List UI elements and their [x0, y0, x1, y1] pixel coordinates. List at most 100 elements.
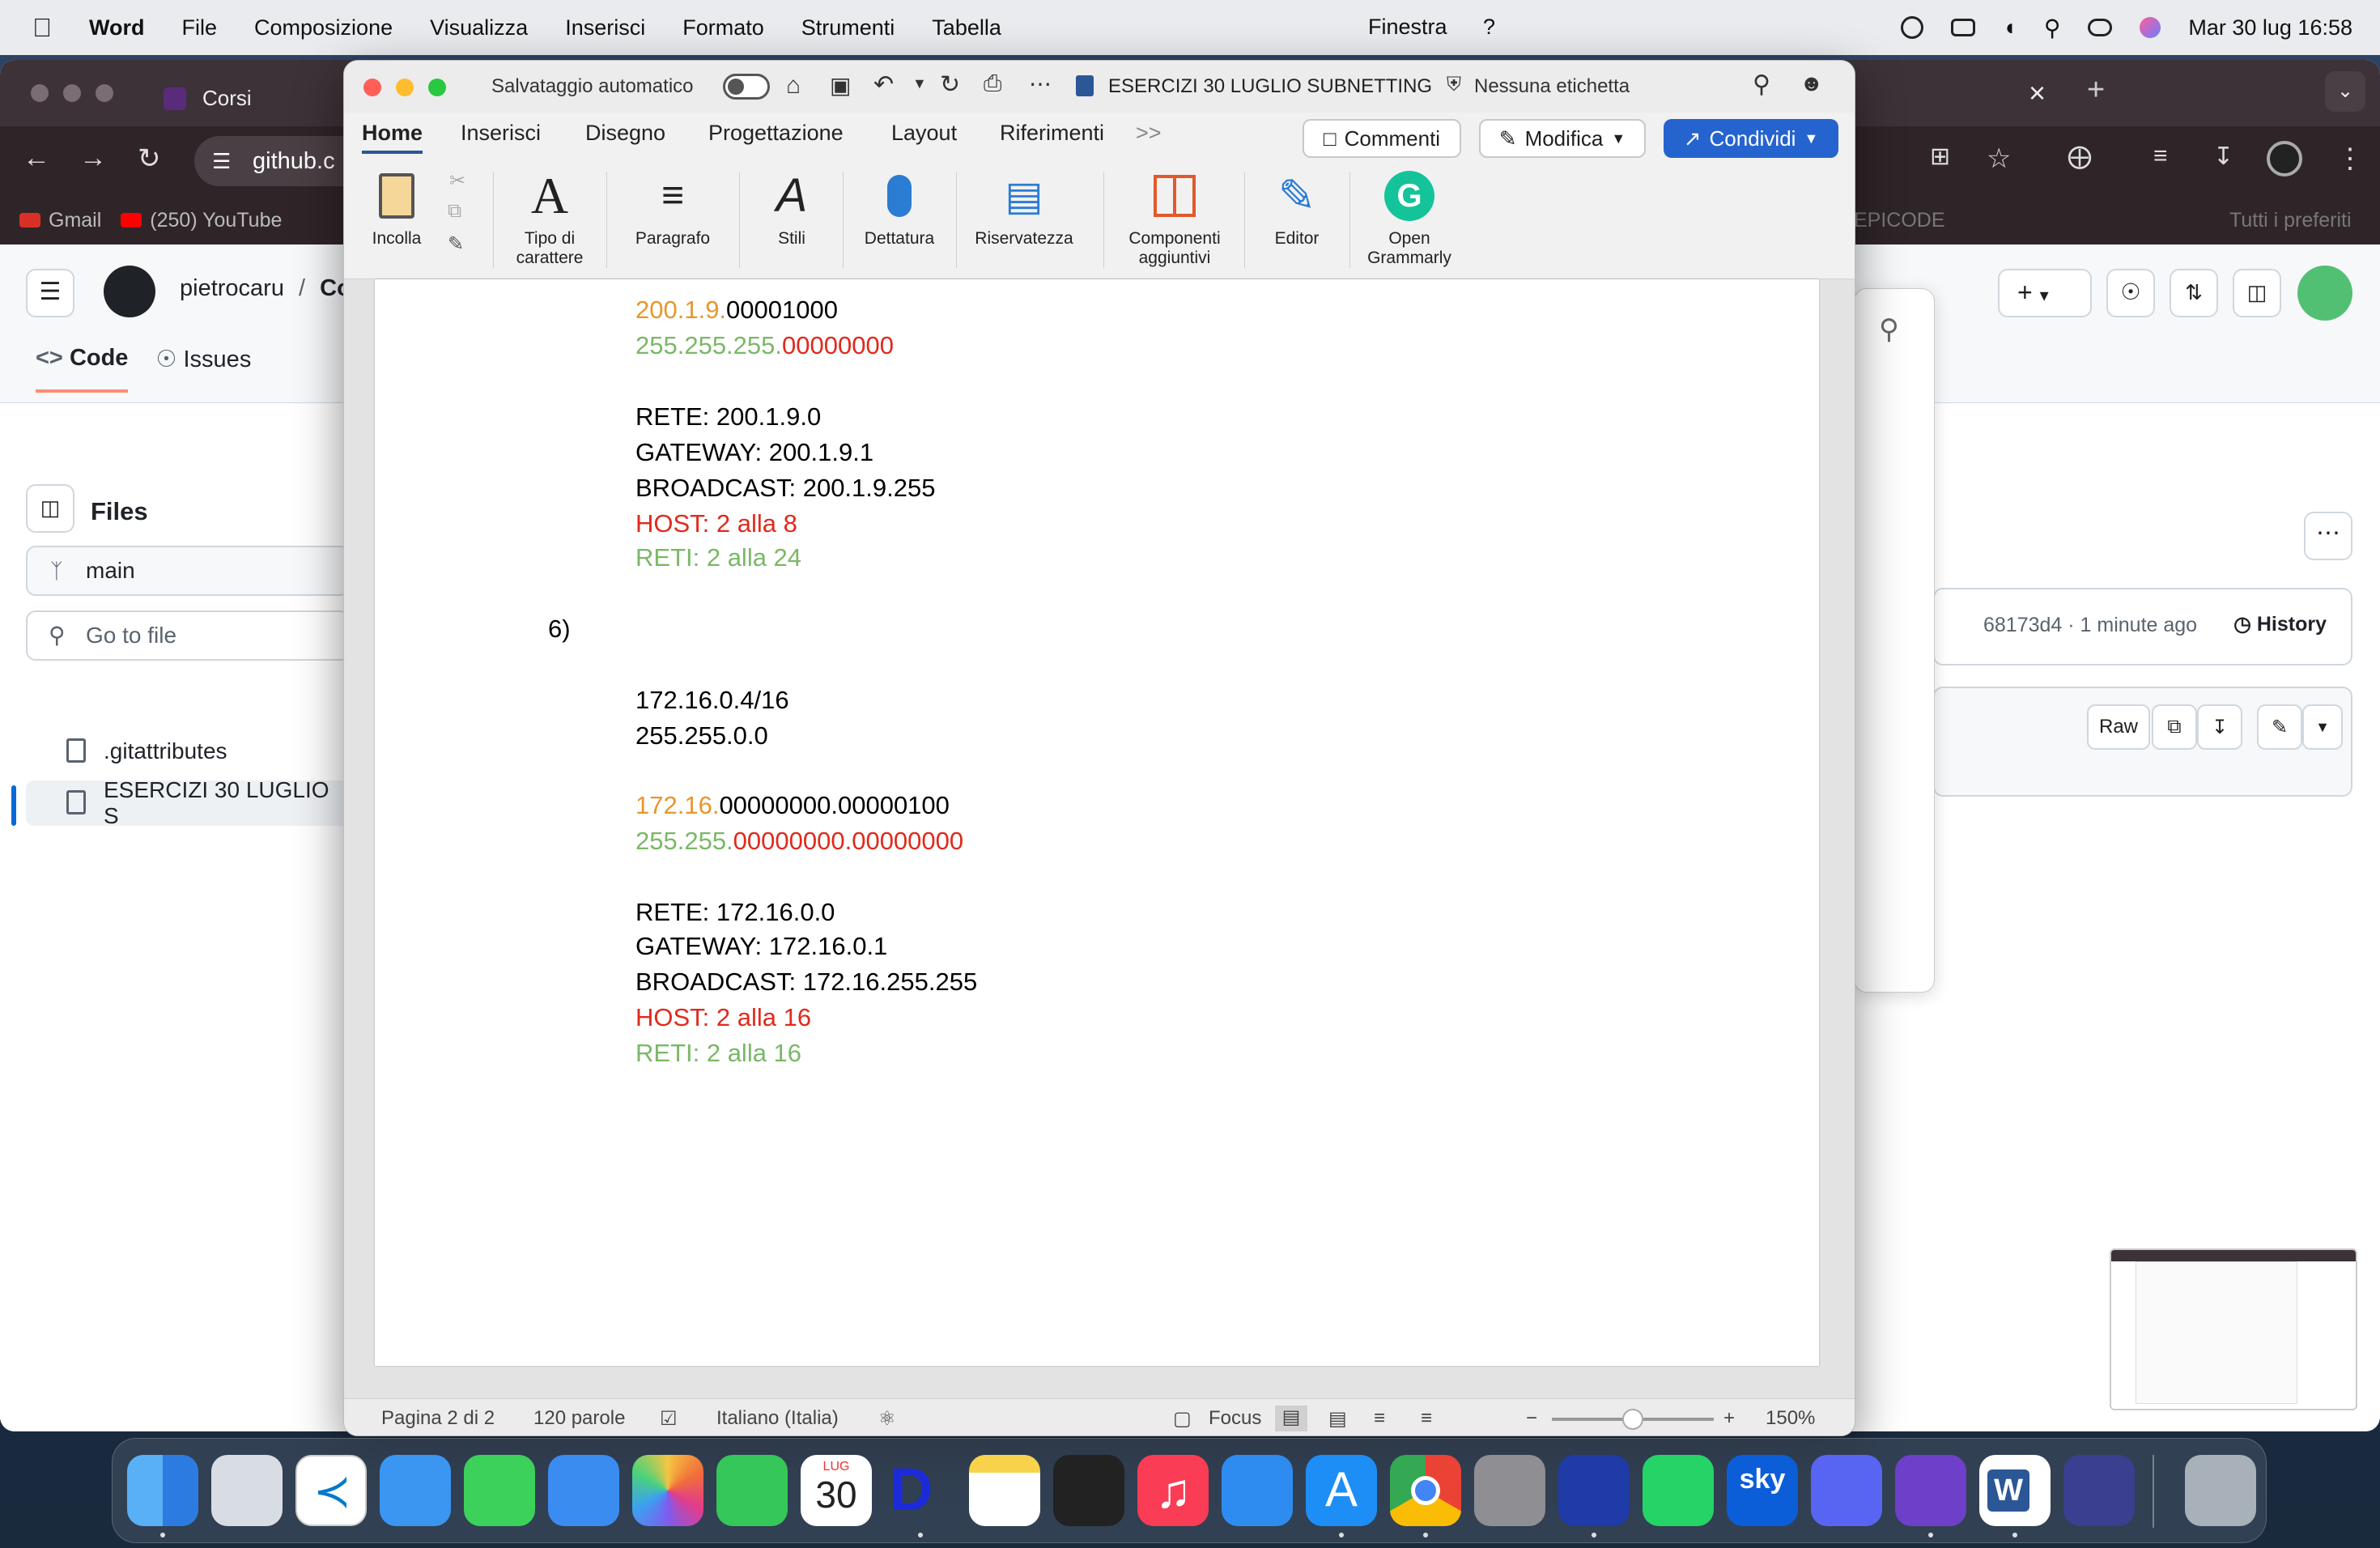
system-settings-icon[interactable]	[1474, 1455, 1545, 1526]
extensions-icon[interactable]: ⨁	[2068, 142, 2092, 171]
menu-visualizza[interactable]: Visualizza	[430, 15, 528, 40]
menu-strumenti[interactable]: Strumenti	[801, 15, 895, 40]
menu-app-name[interactable]: Word	[89, 15, 145, 40]
disney-plus-icon[interactable]: D	[885, 1455, 956, 1526]
dictation-button[interactable]: Dettatura	[851, 161, 948, 279]
tab-inserisci[interactable]: Inserisci	[461, 121, 541, 146]
page-count[interactable]: Pagina 2 di 2	[381, 1407, 495, 1430]
notes-icon[interactable]	[969, 1455, 1040, 1526]
history-button[interactable]: ◷ History	[2233, 612, 2327, 636]
zoom-in-icon[interactable]: +	[1723, 1407, 1735, 1430]
screenshot-thumbnail[interactable]	[2110, 1248, 2357, 1410]
install-icon[interactable]: ⊞	[1930, 142, 1950, 171]
play-icon[interactable]	[1900, 16, 1923, 39]
branch-selector[interactable]: ᛉ main	[26, 546, 350, 596]
outline-icon[interactable]: ≡	[1374, 1407, 1385, 1430]
share-people-icon[interactable]: ☻	[1800, 70, 1823, 96]
pull-requests-icon[interactable]: ⇅	[2170, 269, 2218, 317]
sky-go-icon[interactable]: sky	[1727, 1455, 1798, 1526]
zoom-slider-handle[interactable]	[1622, 1409, 1643, 1430]
paragraph-button[interactable]: ≡ Paragrafo	[614, 161, 731, 279]
autosave-toggle[interactable]	[723, 74, 770, 100]
word-count[interactable]: 120 parole	[533, 1407, 625, 1430]
web-layout-icon[interactable]: ▤	[1328, 1407, 1347, 1431]
redo-icon[interactable]: ↻	[940, 70, 960, 99]
comments-button[interactable]: □ Commenti	[1303, 119, 1461, 158]
tab-riferimenti[interactable]: Riferimenti	[1000, 121, 1104, 146]
menu-composizione[interactable]: Composizione	[254, 15, 393, 40]
search-icon[interactable]: ⚲	[1879, 313, 1899, 346]
proofing-icon[interactable]: ☑	[660, 1407, 678, 1431]
language[interactable]: Italiano (Italia)	[716, 1407, 839, 1430]
github-desktop-icon[interactable]	[1895, 1455, 1966, 1526]
site-settings-icon[interactable]: ☰	[212, 149, 231, 174]
window-minimize-button[interactable]	[63, 84, 81, 102]
font-button[interactable]: A Tipo di carattere	[501, 161, 598, 279]
zoom-level[interactable]: 150%	[1766, 1407, 1815, 1430]
menu-formato[interactable]: Formato	[682, 15, 764, 40]
cut-icon[interactable]: ✂	[449, 169, 465, 193]
tab-progettazione[interactable]: Progettazione	[708, 121, 844, 146]
issues-icon[interactable]: ☉	[2106, 269, 2155, 317]
sensitivity-label[interactable]: Nessuna etichetta	[1474, 75, 1630, 98]
finder-icon[interactable]	[127, 1455, 198, 1526]
control-center-icon[interactable]	[2088, 19, 2113, 36]
calculator-icon[interactable]	[1053, 1455, 1124, 1526]
download-raw-icon[interactable]: ↧	[2197, 704, 2242, 750]
document-page[interactable]: 200.1.9.00001000 255.255.255.00000000 RE…	[375, 279, 1819, 1366]
back-icon[interactable]: ←	[23, 142, 50, 174]
paste-button[interactable]: Incolla	[352, 161, 441, 279]
copy-icon[interactable]: ⧉	[448, 200, 461, 223]
editing-mode-button[interactable]: ✎ Modifica ▼	[1479, 119, 1646, 158]
format-painter-icon[interactable]: ✎	[448, 232, 464, 256]
tab-code[interactable]: <> Code	[36, 345, 129, 393]
focus-icon[interactable]: ▢	[1173, 1407, 1192, 1431]
edit-pencil-icon[interactable]: ✎	[2257, 704, 2302, 750]
whatsapp-icon[interactable]	[1643, 1455, 1714, 1526]
accessibility-icon[interactable]: ⚛	[878, 1407, 896, 1431]
draft-icon[interactable]: ≡	[1421, 1407, 1432, 1430]
app-store-icon[interactable]: A	[1306, 1455, 1377, 1526]
wifi-icon[interactable]: ◖	[2003, 15, 2017, 40]
all-bookmarks[interactable]: Tutti i preferiti	[2229, 209, 2352, 232]
apple-icon[interactable]: 	[32, 13, 52, 43]
download-icon[interactable]: ↧	[2213, 142, 2233, 171]
word-icon[interactable]: W	[1979, 1455, 2051, 1526]
bookmark-epicode[interactable]: EPICODE	[1854, 209, 1945, 232]
window-close-button[interactable]	[31, 84, 49, 102]
reading-list-icon[interactable]: ≡	[2153, 142, 2168, 170]
tab-disegno[interactable]: Disegno	[585, 121, 665, 146]
share-button[interactable]: ↗ Condividi ▼	[1664, 119, 1838, 158]
bookmark-gmail[interactable]: Gmail	[19, 209, 101, 232]
more-icon[interactable]: ⋯	[1029, 70, 1052, 97]
file-tree-item-selected[interactable]: ESERCIZI 30 LUGLIO S	[26, 777, 350, 828]
music-icon[interactable]: ♫	[1137, 1455, 1209, 1526]
menu-tabella[interactable]: Tabella	[932, 15, 1001, 40]
hamburger-menu-icon[interactable]: ☰	[26, 269, 74, 317]
vscode-icon[interactable]: ≺	[295, 1455, 367, 1526]
menu-inserisci[interactable]: Inserisci	[565, 15, 645, 40]
grammarly-button[interactable]: G Open Grammarly	[1358, 161, 1461, 279]
tab-layout[interactable]: Layout	[891, 121, 957, 146]
profile-avatar[interactable]	[2267, 141, 2302, 176]
vpn-app-icon[interactable]	[2063, 1455, 2135, 1526]
undo-icon[interactable]: ↶	[873, 70, 894, 99]
trash-icon[interactable]	[2185, 1455, 2256, 1526]
print-layout-icon[interactable]: ▤	[1275, 1406, 1307, 1431]
safari-icon[interactable]	[380, 1455, 451, 1526]
discord-icon[interactable]	[1811, 1455, 1882, 1526]
user-avatar[interactable]	[2297, 266, 2352, 321]
menu-file[interactable]: File	[182, 15, 218, 40]
search-icon[interactable]: ⚲	[1753, 70, 1770, 99]
go-to-file-input[interactable]: ⚲ Go to file	[26, 610, 350, 661]
tab-issues[interactable]: ☉ Issues	[155, 345, 251, 393]
bookmark-youtube[interactable]: (250) YouTube	[121, 209, 282, 232]
launchpad-icon[interactable]	[211, 1455, 283, 1526]
menu-datetime[interactable]: Mar 30 lug 16:58	[2188, 15, 2352, 40]
calendar-icon[interactable]: LUG 30	[801, 1455, 872, 1526]
undo-dropdown-icon[interactable]: ▼	[912, 75, 927, 92]
file-tree-item[interactable]: .gitattributes	[26, 729, 350, 774]
chrome-menu-icon[interactable]: ⋮	[2336, 142, 2364, 175]
bookmark-star-icon[interactable]: ☆	[1987, 142, 2011, 175]
more-tabs-icon[interactable]: >>	[1136, 121, 1162, 146]
